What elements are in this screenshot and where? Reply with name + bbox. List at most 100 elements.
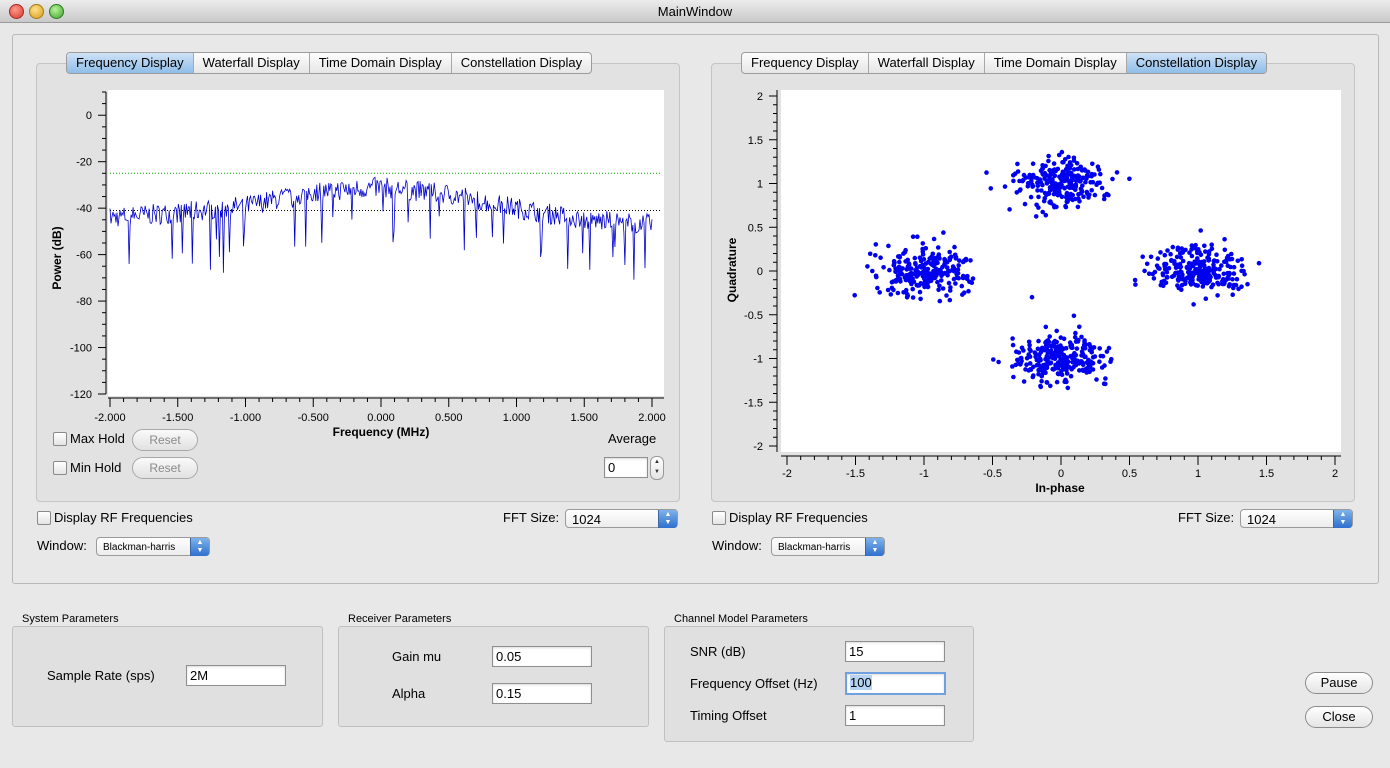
constellation-point: [925, 259, 931, 265]
constellation-point: [1002, 184, 1008, 189]
min-hold-label: Min Hold: [70, 460, 122, 475]
left-fft-size-label: FFT Size:: [503, 510, 560, 525]
constellation-point: [1094, 377, 1099, 382]
constellation-point: [1168, 251, 1173, 257]
constellation-point: [1073, 187, 1078, 192]
min-hold-checkbox[interactable]: [53, 461, 67, 475]
max-hold-reset-button[interactable]: Reset: [132, 429, 198, 451]
x-tick-label: -0.500: [298, 412, 329, 424]
tab-constellation-display[interactable]: Constellation Display: [452, 53, 591, 73]
left-window-select[interactable]: Blackman-harris ▲ ▼: [96, 537, 210, 556]
y-tick-label: 0: [757, 266, 763, 278]
constellation-point: [1065, 168, 1070, 174]
x-axis-label: Frequency (MHz): [333, 425, 430, 439]
constellation-point: [910, 234, 916, 239]
y-axis-label: Quadrature: [725, 237, 739, 302]
frequency-offset-input[interactable]: 100: [845, 672, 946, 695]
constellation-point: [893, 268, 898, 274]
constellation-point: [1043, 343, 1049, 349]
right-window-value: Blackman-harris: [778, 542, 851, 553]
plot-canvas: [108, 90, 664, 396]
constellation-point: [1239, 263, 1245, 268]
constellation-point: [1017, 188, 1023, 193]
constellation-point: [1060, 178, 1065, 183]
close-button[interactable]: Close: [1305, 706, 1373, 728]
average-input[interactable]: 0: [604, 457, 648, 478]
constellation-point: [1206, 256, 1212, 261]
constellation-point: [1036, 194, 1041, 200]
constellation-point: [1035, 346, 1041, 352]
tab-waterfall-display[interactable]: Waterfall Display: [194, 53, 310, 73]
constellation-point: [1225, 275, 1230, 281]
constellation-point: [1210, 282, 1216, 287]
gain-mu-input[interactable]: 0.05: [492, 646, 592, 667]
constellation-point: [865, 264, 870, 269]
y-tick-label: -2: [753, 441, 763, 453]
constellation-point: [893, 279, 899, 284]
constellation-point: [942, 256, 947, 262]
right-window-select[interactable]: Blackman-harris ▲ ▼: [771, 537, 885, 556]
constellation-point: [1073, 182, 1079, 187]
tab-time-domain-display[interactable]: Time Domain Display: [310, 53, 452, 73]
constellation-point: [1047, 334, 1052, 339]
min-hold-reset-button[interactable]: Reset: [132, 457, 198, 479]
right-fft-size-select[interactable]: 1024 ▲ ▼: [1240, 509, 1353, 528]
constellation-point: [1048, 383, 1053, 389]
constellation-point: [1222, 247, 1228, 253]
constellation-point: [984, 170, 989, 175]
constellation-point: [920, 249, 926, 255]
left-display-rf-checkbox[interactable]: [37, 511, 51, 525]
sample-rate-input[interactable]: 2M: [186, 665, 286, 686]
left-window-value: Blackman-harris: [103, 542, 176, 553]
constellation-point: [923, 246, 929, 251]
constellation-point: [1073, 352, 1079, 358]
constellation-point: [948, 285, 953, 290]
constellation-point: [1011, 178, 1016, 184]
tab-frequency-display[interactable]: Frequency Display: [67, 53, 194, 73]
average-stepper[interactable]: ▲ ▼: [650, 456, 664, 480]
y-tick-label: -60: [76, 250, 92, 262]
right-fft-size-label: FFT Size:: [1178, 510, 1235, 525]
pause-button[interactable]: Pause: [1305, 672, 1373, 694]
constellation-point: [1098, 171, 1103, 177]
timing-offset-input[interactable]: 1: [845, 705, 945, 726]
constellation-point: [991, 357, 996, 362]
constellation-point: [959, 283, 965, 289]
right-display-rf-checkbox[interactable]: [712, 511, 726, 525]
constellation-point: [956, 263, 961, 268]
alpha-input[interactable]: 0.15: [492, 683, 592, 704]
max-hold-checkbox[interactable]: [53, 432, 67, 446]
constellation-point: [1103, 376, 1108, 381]
constellation-point: [1065, 198, 1070, 204]
constellation-point: [1075, 204, 1081, 210]
constellation-point: [1096, 167, 1102, 172]
x-tick-label: 1: [1195, 468, 1201, 480]
x-tick-label: 1.5: [1259, 468, 1274, 480]
constellation-point: [1221, 271, 1227, 277]
tab-constellation-display[interactable]: Constellation Display: [1126, 53, 1267, 73]
snr-input[interactable]: 15: [845, 641, 945, 662]
constellation-point: [1082, 338, 1087, 343]
tab-frequency-display[interactable]: Frequency Display: [742, 53, 869, 73]
constellation-point: [1098, 353, 1104, 359]
constellation-point: [1083, 367, 1088, 372]
right-display-rf-label: Display RF Frequencies: [729, 510, 868, 525]
constellation-point: [1233, 282, 1239, 288]
y-tick-label: -100: [70, 343, 92, 355]
tab-time-domain-display[interactable]: Time Domain Display: [985, 53, 1127, 73]
constellation-point: [867, 251, 873, 257]
constellation-point: [967, 279, 972, 284]
constellation-point: [852, 293, 857, 298]
left-fft-size-select[interactable]: 1024 ▲ ▼: [565, 509, 678, 528]
tab-waterfall-display[interactable]: Waterfall Display: [869, 53, 985, 73]
constellation-point: [889, 285, 895, 291]
constellation-point: [945, 269, 951, 274]
constellation-point: [1226, 284, 1232, 289]
constellation-point: [1198, 252, 1204, 258]
x-tick-label: 0: [1058, 468, 1064, 480]
constellation-point: [1027, 342, 1032, 348]
constellation-point: [1025, 180, 1031, 186]
constellation-point: [1142, 268, 1147, 274]
x-tick-label: 2: [1332, 468, 1338, 480]
constellation-point: [1078, 178, 1083, 184]
